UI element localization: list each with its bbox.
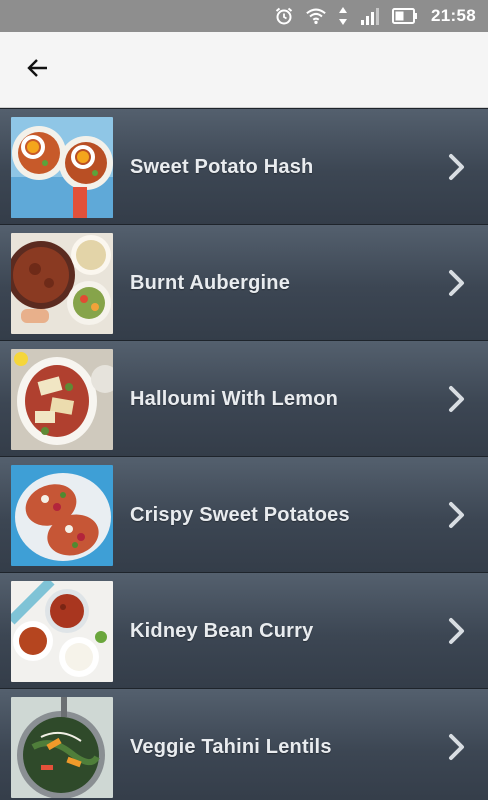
list-item-kidney-bean-curry[interactable]: Kidney Bean Curry (0, 572, 488, 688)
list-item-veggie-tahini-lentils[interactable]: Veggie Tahini Lentils (0, 688, 488, 800)
recipe-title: Crispy Sweet Potatoes (130, 503, 350, 526)
clock-time: 21:58 (431, 6, 476, 25)
back-button[interactable] (14, 46, 62, 94)
recipe-title: Sweet Potato Hash (130, 155, 314, 178)
wifi-icon (305, 5, 327, 27)
chevron-right-icon (446, 733, 468, 761)
recipe-title: Burnt Aubergine (130, 271, 291, 294)
chevron-right-icon (446, 617, 468, 645)
status-bar: 21:58 (0, 0, 488, 32)
list-item-burnt-aubergine[interactable]: Burnt Aubergine (0, 224, 488, 340)
recipe-title: Kidney Bean Curry (130, 619, 314, 642)
burnt-aubergine-photo (11, 233, 113, 334)
recipe-list[interactable]: Sweet Potato Hash Burnt Aubergine Hallou… (0, 108, 488, 800)
alarm-icon (273, 5, 295, 27)
veggie-tahini-lentils-photo (11, 697, 113, 798)
recipe-title: Halloumi With Lemon (130, 387, 339, 410)
arrow-left-icon (25, 55, 51, 86)
crispy-sweet-potatoes-photo (11, 465, 113, 566)
signal-icon (359, 5, 381, 27)
data-arrows-icon (337, 5, 349, 27)
battery-icon (391, 5, 419, 27)
list-item-sweet-potato-hash[interactable]: Sweet Potato Hash (0, 108, 488, 224)
list-item-crispy-sweet-potatoes[interactable]: Crispy Sweet Potatoes (0, 456, 488, 572)
kidney-bean-curry-photo (11, 581, 113, 682)
chevron-right-icon (446, 501, 468, 529)
app-bar (0, 32, 488, 108)
chevron-right-icon (446, 269, 468, 297)
chevron-right-icon (446, 385, 468, 413)
sweet-potato-hash-photo (11, 117, 113, 218)
chevron-right-icon (446, 153, 468, 181)
halloumi-with-lemon-photo (11, 349, 113, 450)
list-item-halloumi-with-lemon[interactable]: Halloumi With Lemon (0, 340, 488, 456)
recipe-title: Veggie Tahini Lentils (130, 735, 332, 758)
